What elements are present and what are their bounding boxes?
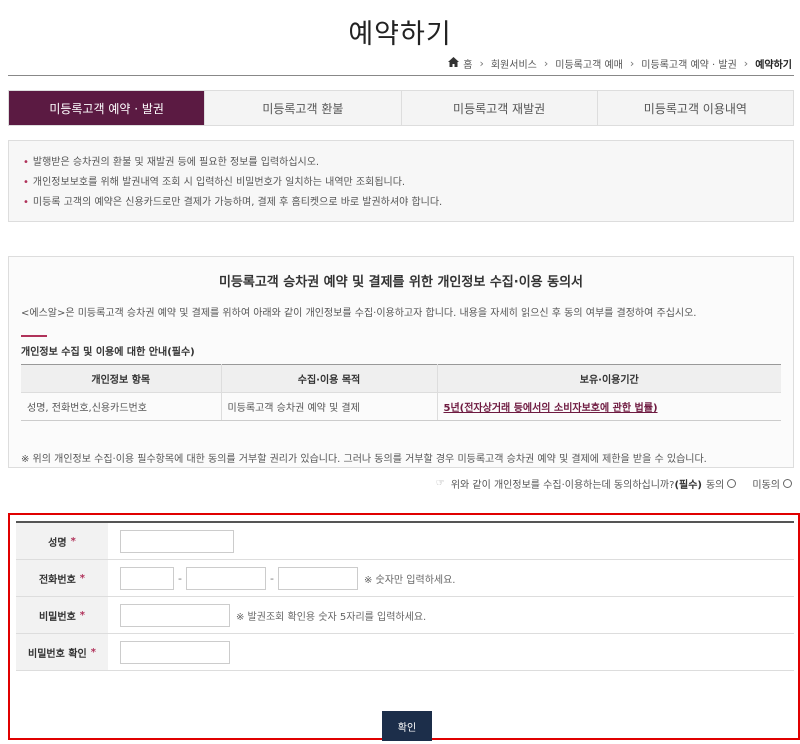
chevron-right-icon: › xyxy=(629,57,635,70)
breadcrumb-home[interactable]: 홈 xyxy=(463,56,472,71)
bullet-icon: • xyxy=(23,177,29,188)
notice-box: • 발행받은 승차권의 환불 및 재발권 등에 필요한 정보를 입력하십시오. •… xyxy=(8,140,794,222)
breadcrumb-current: 예약하기 xyxy=(755,60,792,71)
required-star: * xyxy=(79,572,86,584)
tab-bar: 미등록고객 예약 · 발권 미등록고객 환불 미등록고객 재발권 미등록고객 이… xyxy=(8,90,794,126)
required-star: * xyxy=(79,609,86,621)
required-star: * xyxy=(90,646,96,658)
consent-table: 개인정보 항목 수집·이용 목적 보유·이용기간 성명, 전화번호,신용카드번호… xyxy=(21,364,781,421)
bullet-icon: • xyxy=(23,197,29,208)
consent-note: ※ 위의 개인정보 수집·이용 필수항목에 대한 동의를 거부할 권리가 있습니… xyxy=(21,454,707,465)
accent-divider xyxy=(21,335,47,337)
chevron-right-icon: › xyxy=(479,57,484,70)
table-row: 성명, 전화번호,신용카드번호 미등록고객 승차권 예약 및 결제 5년(전자상… xyxy=(21,392,781,421)
name-input[interactable] xyxy=(120,529,234,553)
disagree-radio[interactable] xyxy=(783,479,792,488)
password-input[interactable] xyxy=(120,603,230,627)
breadcrumb-item[interactable]: 미등록고객 예약 · 발권 xyxy=(641,56,737,71)
customer-form: 성명 * 전화번호 * - - ※ 숫자만 입력하세요. 비밀번호 * ※ 발권조회 … xyxy=(8,513,800,741)
phone-hint: ※ 숫자만 입력하세요. xyxy=(363,574,456,586)
name-label: 성명 * xyxy=(16,523,108,559)
phone-input-2[interactable] xyxy=(185,566,266,590)
form-row-phone: 전화번호 * - - ※ 숫자만 입력하세요. xyxy=(16,560,794,597)
page-title: 예약하기 xyxy=(348,19,452,50)
phone-input-1[interactable] xyxy=(120,566,174,590)
tab-reservation[interactable]: 미등록고객 예약 · 발권 xyxy=(9,91,205,125)
password-confirm-input[interactable] xyxy=(120,640,230,664)
password-label: 비밀번호 * xyxy=(16,597,108,633)
required-star: * xyxy=(70,535,76,547)
agree-row: ☞ 위와 같이 개인정보를 수집·이용하는데 동의하십니까? (필수) 동의 미… xyxy=(436,476,792,491)
tab-history[interactable]: 미등록고객 이용내역 xyxy=(596,91,793,125)
agree-question: 위와 같이 개인정보를 수집·이용하는데 동의하십니까? xyxy=(450,480,675,491)
tab-reissue[interactable]: 미등록고객 재발권 xyxy=(400,91,597,125)
phone-label: 전화번호 * xyxy=(16,560,108,596)
consent-title: 미등록고객 승차권 예약 및 결제를 위한 개인정보 수집·이용 동의서 xyxy=(218,275,584,290)
chevron-right-icon: › xyxy=(543,57,549,70)
retention-law-link[interactable]: 5년(전자상거래 등에서의 소비자보호에 관한 법률) xyxy=(436,392,781,421)
title-divider xyxy=(8,75,794,76)
table-cell: 미등록고객 승차권 예약 및 결제 xyxy=(220,392,437,421)
table-cell: 성명, 전화번호,신용카드번호 xyxy=(21,392,221,421)
table-header: 개인정보 항목 xyxy=(21,364,221,393)
chevron-right-icon: › xyxy=(743,57,749,70)
breadcrumb: 홈 › 회원서비스 › 미등록고객 예매 › 미등록고객 예약 · 발권 › 예… xyxy=(448,56,792,71)
form-row-name: 성명 * xyxy=(16,523,794,560)
disagree-label: 미동의 xyxy=(752,480,780,491)
guide-title: 개인정보 수집 및 이용에 대한 안내(필수) xyxy=(21,347,195,358)
form-row-password-confirm: 비밀번호 확인 * xyxy=(16,634,794,671)
phone-input-3[interactable] xyxy=(277,566,358,590)
agree-radio[interactable] xyxy=(727,479,737,488)
form-row-password: 비밀번호 * ※ 발권조회 확인용 숫자 5자리를 입력하세요. xyxy=(16,597,794,634)
notice-item: • 개인정보보호를 위해 발권내역 조회 시 입력하신 비밀번호가 일치하는 내역… xyxy=(23,177,406,188)
required-mark: (필수) xyxy=(674,480,702,491)
phone-dash: - xyxy=(269,571,274,585)
tab-refund[interactable]: 미등록고객 환불 xyxy=(204,91,400,125)
consent-description: <에스알>은 미등록고객 승차권 예약 및 결제를 위하여 아래와 같이 개인정… xyxy=(21,308,697,319)
confirm-button[interactable]: 확인 xyxy=(382,711,432,741)
consent-box: 미등록고객 승차권 예약 및 결제를 위한 개인정보 수집·이용 동의서 <에스… xyxy=(8,256,794,468)
table-header: 수집·이용 목적 xyxy=(220,364,437,393)
pointing-hand-icon: ☞ xyxy=(435,478,445,489)
notice-item: • 발행받은 승차권의 환불 및 재발권 등에 필요한 정보를 입력하십시오. xyxy=(23,157,320,168)
password-hint: ※ 발권조회 확인용 숫자 5자리를 입력하세요. xyxy=(236,611,427,623)
notice-item: • 미등록 고객의 예약은 신용카드로만 결제가 가능하며, 결제 후 홈티켓으로… xyxy=(23,197,443,208)
table-header: 보유·이용기간 xyxy=(436,364,781,393)
breadcrumb-item[interactable]: 회원서비스 xyxy=(491,56,537,71)
bullet-icon: • xyxy=(23,157,29,168)
agree-label: 동의 xyxy=(705,480,725,491)
password-confirm-label: 비밀번호 확인 * xyxy=(16,634,108,670)
home-icon[interactable] xyxy=(448,57,460,70)
breadcrumb-item[interactable]: 미등록고객 예매 xyxy=(555,56,623,71)
phone-dash: - xyxy=(178,571,182,585)
